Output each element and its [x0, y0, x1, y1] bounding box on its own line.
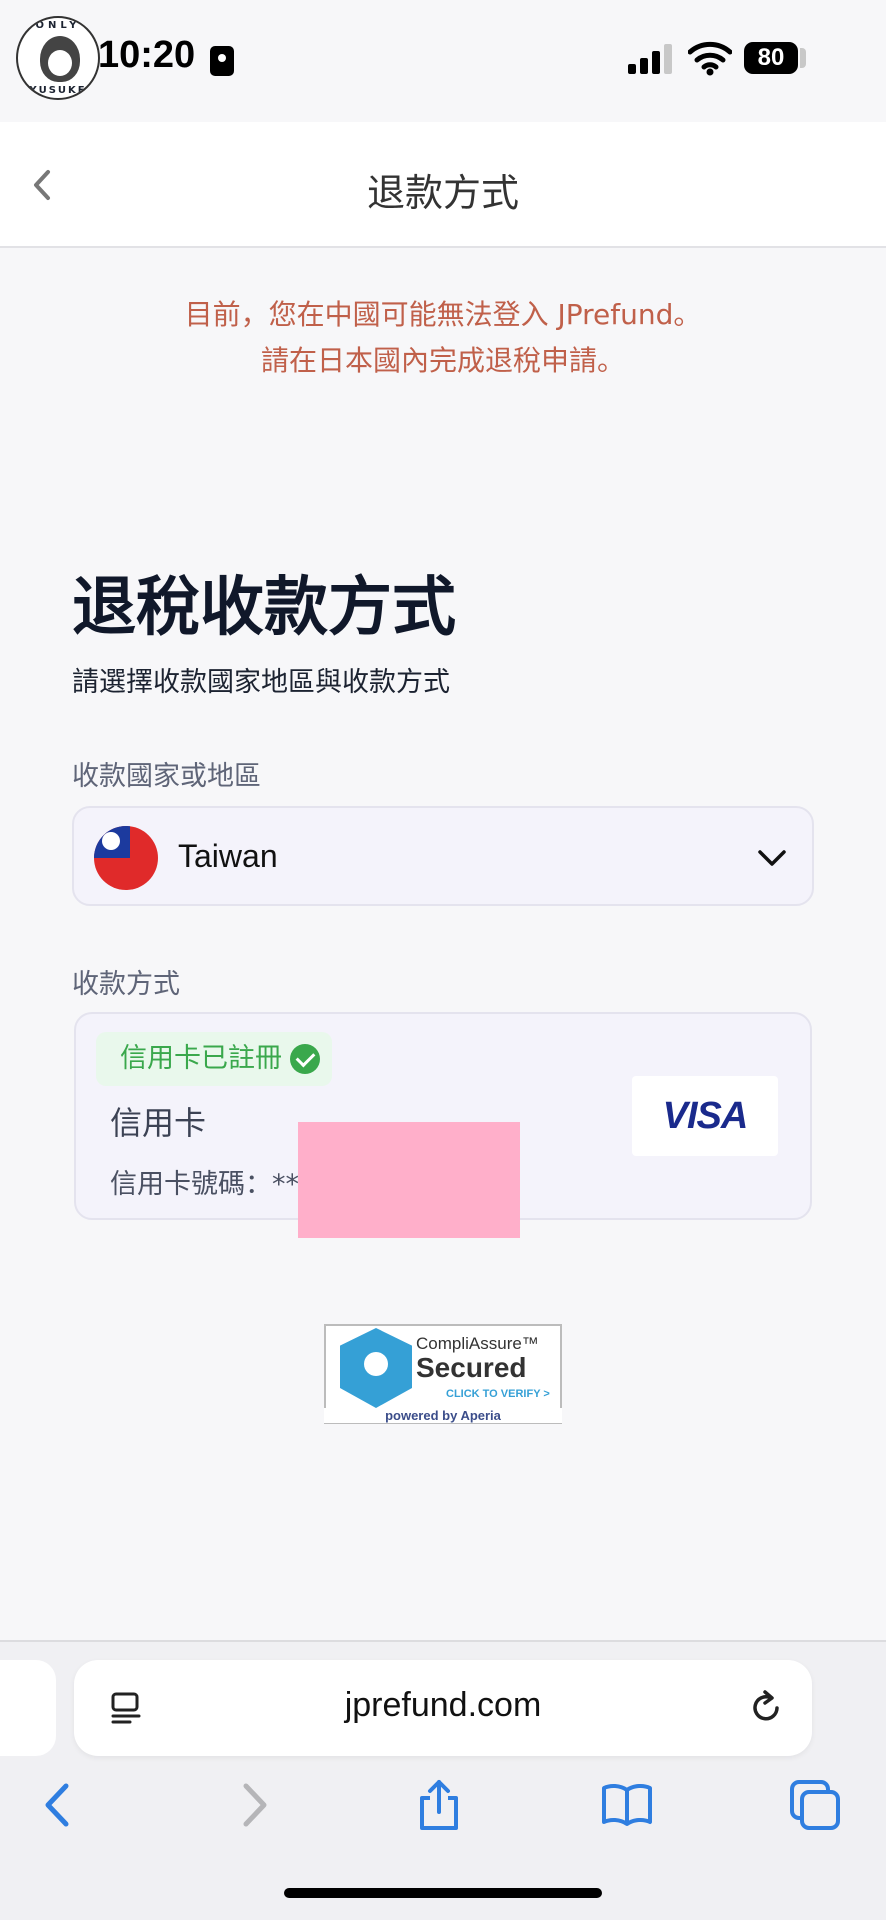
payment-method-label: 收款方式 [72, 969, 180, 1000]
country-select[interactable]: Taiwan [72, 806, 814, 906]
taiwan-flag-icon [94, 826, 158, 890]
previous-tab-preview[interactable] [0, 1660, 56, 1756]
country-value: Taiwan [178, 838, 278, 874]
battery-cap-icon [800, 48, 806, 68]
cellular-signal-icon [628, 44, 674, 74]
payment-method-name: 信用卡 [110, 1104, 207, 1142]
seal-brand: CompliAssure™ [416, 1334, 539, 1353]
share-icon[interactable] [412, 1778, 466, 1832]
card-number: 信用卡號碼：** [110, 1169, 299, 1200]
status-bar: ONLY YUSUKE 10:20 80 [0, 0, 886, 122]
shield-lock-icon [340, 1328, 412, 1408]
seal-verify-link[interactable]: CLICK TO VERIFY > [446, 1388, 550, 1400]
battery-level: 80 [744, 42, 798, 74]
home-indicator[interactable] [284, 1888, 602, 1898]
redaction-block [298, 1122, 520, 1238]
bookmarks-icon[interactable] [600, 1778, 654, 1832]
avatar-bottom-text: YUSUKE [29, 85, 87, 96]
browser-back-icon[interactable] [32, 1778, 86, 1832]
status-time: 10:20 [98, 34, 196, 76]
login-warning: 目前，您在中國可能無法登入 JPrefund。 請在日本國內完成退稅申請。 [0, 292, 886, 384]
visa-logo: VISA [632, 1076, 778, 1156]
avatar: ONLY YUSUKE [16, 16, 100, 100]
country-label: 收款國家或地區 [72, 761, 261, 792]
avatar-top-text: ONLY [35, 20, 81, 31]
browser-toolbar: jprefund.com [0, 1640, 886, 1920]
warning-line-1: 目前，您在中國可能無法登入 JPrefund。 [184, 298, 702, 331]
seal-secured: Secured [416, 1352, 527, 1383]
chevron-down-icon [758, 850, 786, 866]
section-title: 退稅收款方式 [72, 571, 456, 645]
page-title: 退款方式 [366, 171, 519, 215]
reload-icon[interactable] [746, 1688, 786, 1728]
seal-powered-by: powered by Aperia [324, 1408, 562, 1423]
wifi-icon [688, 41, 732, 76]
orientation-lock-icon [210, 46, 234, 76]
tabs-icon[interactable] [788, 1778, 842, 1832]
registered-badge-label: 信用卡已註冊 [120, 1043, 282, 1074]
page-header: 退款方式 [0, 122, 886, 248]
address-bar[interactable]: jprefund.com [74, 1660, 812, 1756]
url-text: jprefund.com [344, 1686, 542, 1724]
warning-line-2: 請在日本國內完成退稅申請。 [260, 344, 625, 377]
section-subtitle: 請選擇收款國家地區與收款方式 [72, 667, 450, 698]
browser-forward-icon[interactable] [226, 1778, 280, 1832]
avatar-face-icon [40, 36, 80, 82]
check-circle-icon [290, 1044, 320, 1074]
registered-badge: 信用卡已註冊 [96, 1032, 332, 1086]
